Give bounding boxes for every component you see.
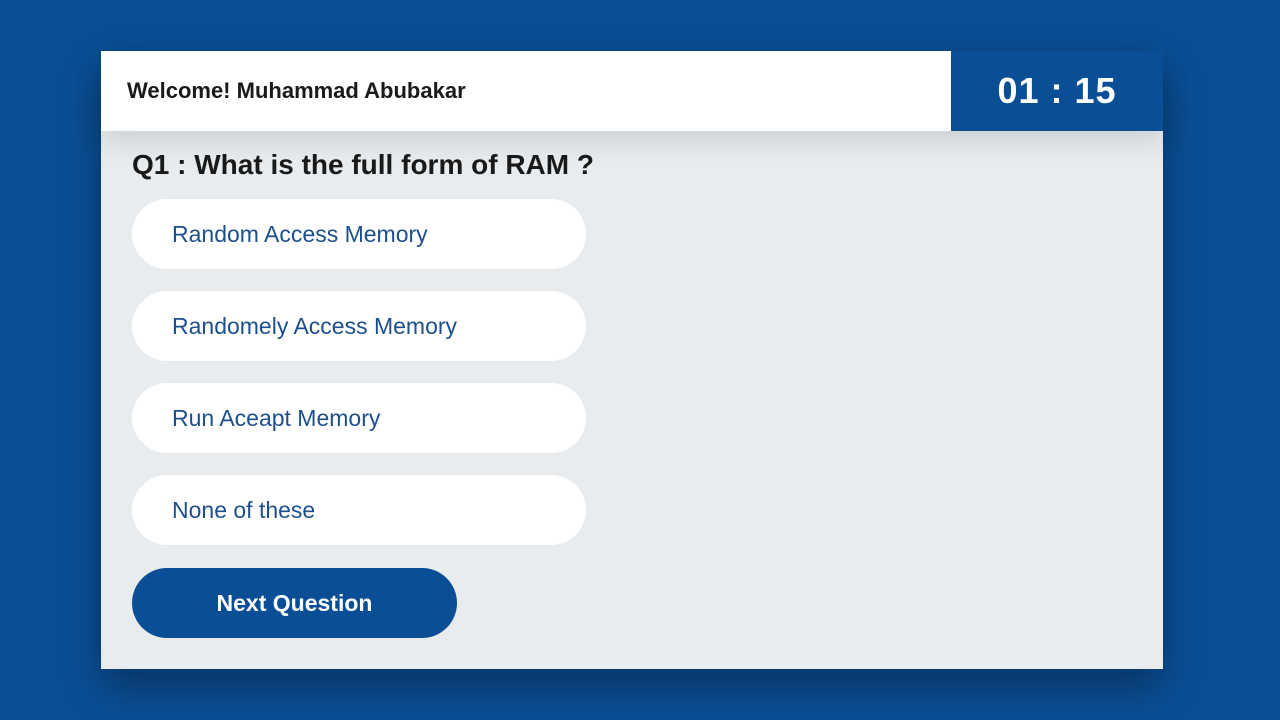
countdown-timer: 01 : 15 [951, 51, 1163, 131]
question-text: Q1 : What is the full form of RAM ? [132, 149, 594, 180]
welcome-message: Welcome! Muhammad Abubakar [101, 51, 951, 131]
answer-option[interactable]: Random Access Memory [132, 199, 586, 269]
answer-options: Random Access Memory Randomely Access Me… [132, 199, 586, 567]
next-question-button[interactable]: Next Question [132, 568, 457, 638]
answer-option[interactable]: None of these [132, 475, 586, 545]
answer-option[interactable]: Run Aceapt Memory [132, 383, 586, 453]
answer-option[interactable]: Randomely Access Memory [132, 291, 586, 361]
quiz-card: Welcome! Muhammad Abubakar 01 : 15 Q1 : … [101, 51, 1163, 669]
quiz-header: Welcome! Muhammad Abubakar 01 : 15 [101, 51, 1163, 131]
